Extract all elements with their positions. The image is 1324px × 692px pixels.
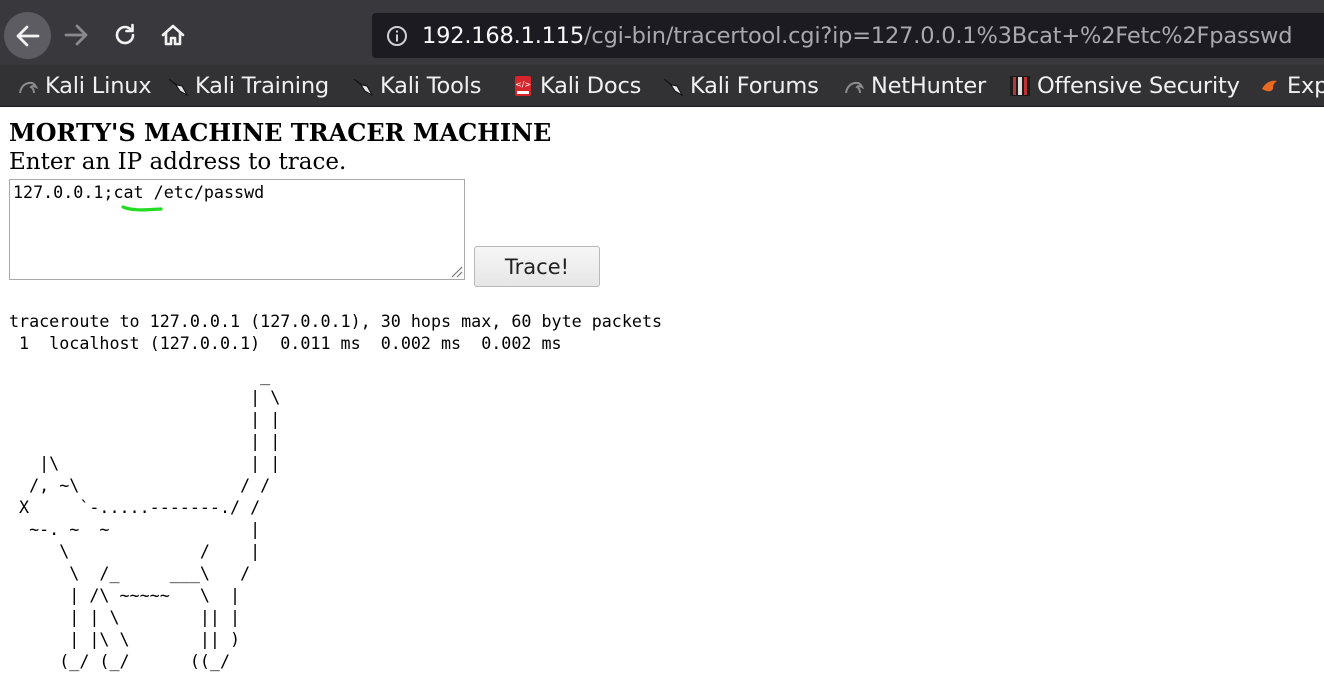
bookmark-exploit-db[interactable]: Exp [1259,65,1324,106]
bookmark-kali-forums[interactable]: Kali Forums [662,65,819,106]
bookmark-kali-training[interactable]: Kali Training [167,65,329,106]
bookmark-offensive-security[interactable]: Offensive Security [1009,65,1240,106]
ascii-art-dog: _ | \ | | | | |\ | | /, ~\ / / X `-.....… [19,365,281,671]
bookmark-label: Exp [1287,72,1324,99]
arrow-left-icon [16,25,39,46]
traceroute-output: traceroute to 127.0.0.1 (127.0.0.1), 30 … [9,311,663,353]
bookmark-kali-linux[interactable]: Kali Linux [17,65,152,106]
browser-toolbar: 192.168.1.115/cgi-bin/tracertool.cgi?ip=… [0,0,1324,65]
bookmark-label: Kali Docs [540,72,642,99]
ip-textarea[interactable]: 127.0.0.1;cat /etc/passwd [9,179,465,280]
bookmarks-bar: Kali Linux Kali Training Kali Tools </> … [0,65,1324,107]
arrow-right-icon [64,24,88,46]
exploit-db-icon [1259,75,1281,97]
resize-grip-icon[interactable] [449,264,463,278]
bookmark-label: Kali Linux [45,72,152,99]
kali-dragon-icon [662,75,684,97]
bookmark-label: Offensive Security [1037,72,1240,99]
url-host: 192.168.1.115 [422,22,585,49]
kali-dragon-icon [843,75,865,97]
page-title: MORTY'S MACHINE TRACER MACHINE [9,118,552,147]
green-underline-annotation [121,205,163,212]
url-path: /cgi-bin/tracertool.cgi?ip=127.0.0.1%3Bc… [584,22,1293,49]
svg-text:</>: </> [515,80,531,89]
reload-button[interactable] [102,12,148,58]
info-circle-icon[interactable] [384,23,410,49]
home-icon [161,24,185,46]
instructions-text: Enter an IP address to trace. [9,149,347,175]
bookmark-label: Kali Forums [690,72,819,99]
reload-icon [115,23,135,45]
offsec-icon [1009,75,1031,97]
home-button[interactable] [150,12,196,58]
bookmark-kali-docs[interactable]: </> Kali Docs [512,65,641,106]
kali-dragon-icon [17,75,39,97]
bookmark-label: Kali Tools [380,72,482,99]
bookmark-label: Kali Training [195,72,329,99]
kali-docs-icon: </> [512,75,534,97]
bookmark-label: NetHunter [871,72,987,99]
back-button[interactable] [4,12,51,59]
forward-button[interactable] [53,12,99,58]
ip-input-value: 127.0.0.1;cat /etc/passwd [13,182,265,202]
trace-button[interactable]: Trace! [474,246,600,287]
bookmark-nethunter[interactable]: NetHunter [843,65,986,106]
kali-dragon-icon [352,75,374,97]
address-bar[interactable]: 192.168.1.115/cgi-bin/tracertool.cgi?ip=… [372,13,1324,58]
page-content: MORTY'S MACHINE TRACER MACHINE Enter an … [0,107,1324,692]
kali-dragon-icon [167,75,189,97]
bookmark-kali-tools[interactable]: Kali Tools [352,65,481,106]
url-text[interactable]: 192.168.1.115/cgi-bin/tracertool.cgi?ip=… [422,23,1292,49]
